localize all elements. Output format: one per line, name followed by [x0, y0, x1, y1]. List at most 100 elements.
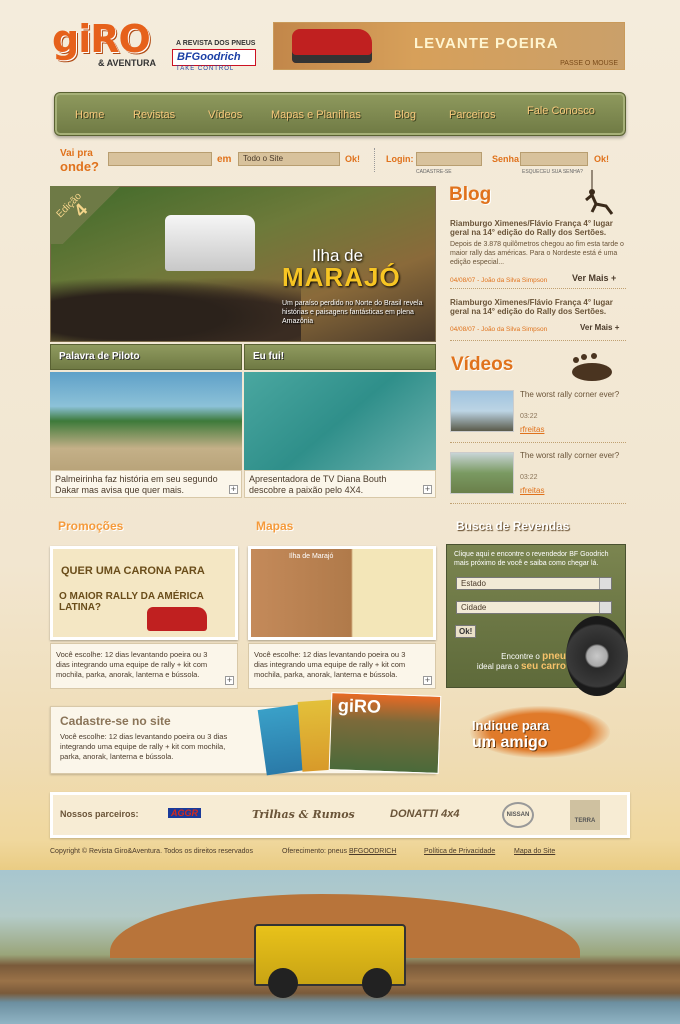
video-title[interactable]: The worst rally corner ever? — [520, 390, 620, 399]
video-user-link[interactable]: rfreitas — [520, 486, 544, 495]
map-caption-text: Você escolhe: 12 dias levantando poeira … — [254, 650, 406, 679]
eufui-caption[interactable]: Apresentadora de TV Diana Bouth descobre… — [244, 470, 436, 498]
blog-post-meta: 04/08/07 - João da Silva Simpson — [450, 326, 548, 333]
login-ok-button[interactable]: Ok! — [594, 154, 609, 164]
city-select[interactable]: Cidade — [456, 601, 612, 614]
divider — [374, 148, 375, 172]
privacy-link[interactable]: Política de Privacidade — [424, 848, 495, 855]
blog-post-title[interactable]: Riamburgo Ximenes/Flávio França 4° lugar… — [450, 219, 628, 237]
partner-logo[interactable]: Trilhas & Rumos — [252, 808, 355, 821]
find-tire-text[interactable]: Encontre o pneu ideal para o seu carro — [466, 652, 566, 672]
video-user-link[interactable]: rfreitas — [520, 425, 544, 434]
register-link[interactable]: CADASTRE-SE — [416, 169, 452, 175]
divider — [450, 503, 626, 504]
rally-car-image — [147, 607, 207, 631]
refer-friend-line2[interactable]: um amigo — [472, 734, 548, 752]
plus-icon[interactable]: + — [229, 485, 238, 494]
dealer-search-text[interactable]: Clique aqui e encontre o revendedor BF G… — [454, 550, 622, 568]
section-header-piloto[interactable]: Palavra de Piloto — [50, 344, 242, 370]
partner-logo[interactable]: TERRA — [570, 800, 600, 830]
nav-mapas[interactable]: Mapas e Planilhas — [271, 109, 361, 121]
blog-see-more-link[interactable]: Ver Mais + — [572, 273, 616, 283]
blog-post-title[interactable]: Riamburgo Ximenes/Flávio França 4° lugar… — [450, 298, 628, 316]
partner-logo[interactable]: AGGR — [168, 808, 201, 818]
climber-icon — [585, 170, 614, 215]
promo-caption-text: Você escolhe: 12 dias levantando poeira … — [56, 650, 208, 679]
bfgoodrich-logo: BFGoodrich — [172, 49, 256, 66]
video-thumbnail[interactable] — [450, 390, 514, 432]
logo-text: giRO — [52, 17, 151, 61]
jeep-image — [254, 924, 406, 998]
copyright: Copyright © Revista Giro&Aventura. Todos… — [50, 848, 253, 855]
login-label: Login: — [386, 154, 414, 164]
video-thumbnail[interactable] — [450, 452, 514, 494]
map-label: Ilha de Marajó — [289, 553, 334, 560]
piloto-caption-text: Palmeirinha faz história em seu segundo … — [55, 474, 218, 495]
bfgoodrich-slogan: TAKE CONTROL — [176, 66, 235, 72]
maps-title: Mapas — [256, 519, 294, 533]
nav-home[interactable]: Home — [75, 109, 104, 121]
find-tire-1: Encontre o — [501, 652, 540, 661]
nav-revistas[interactable]: Revistas — [133, 109, 175, 121]
password-input[interactable] — [520, 152, 588, 166]
tagline: A REVISTA DOS PNEUS — [176, 40, 256, 47]
state-select[interactable]: Estado — [456, 577, 612, 590]
search-ok-button[interactable]: Ok! — [345, 154, 360, 164]
edition-badge: Edição 4 — [50, 186, 134, 244]
plus-icon[interactable]: + — [423, 676, 432, 685]
video-title[interactable]: The worst rally corner ever? — [520, 451, 620, 460]
header-banner[interactable]: LEVANTE POEIRA PASSE O MOUSE — [273, 22, 625, 70]
blog-post-meta: 04/08/07 - João da Silva Simpson — [450, 277, 548, 284]
sponsor-text: Oferecimento: pneus BFGOODRICH — [282, 848, 396, 855]
site-logo[interactable]: giRO & AVENTURA — [52, 20, 160, 72]
plus-icon[interactable]: + — [225, 676, 234, 685]
forgot-password-link[interactable]: ESQUECEU SUA SENHA? — [522, 169, 583, 175]
map-image[interactable]: Ilha de Marajó — [248, 546, 436, 640]
eufui-image[interactable] — [244, 372, 436, 470]
nav-parceiros[interactable]: Parceiros — [449, 109, 495, 121]
edition-number: 4 — [70, 199, 92, 221]
map-caption[interactable]: Você escolhe: 12 dias levantando poeira … — [248, 643, 436, 689]
buffalo-image — [51, 277, 301, 341]
video-duration: 03:22 — [520, 474, 538, 481]
blog-title: Blog — [449, 184, 492, 205]
search-input[interactable] — [108, 152, 212, 166]
promo-caption[interactable]: Você escolhe: 12 dias levantando poeira … — [50, 643, 238, 689]
partner-logo[interactable]: DONATTI 4x4 — [390, 808, 459, 820]
find-tire-bold-2: seu carro — [520, 661, 566, 672]
refer-friend-line1[interactable]: Indique para — [472, 718, 549, 734]
plus-icon[interactable]: + — [423, 485, 432, 494]
partner-logo[interactable]: NISSAN — [502, 802, 534, 828]
login-input[interactable] — [416, 152, 482, 166]
blog-see-more-link[interactable]: Ver Mais + — [580, 323, 619, 332]
video-duration: 03:22 — [520, 413, 538, 420]
footprint-icon — [572, 353, 612, 381]
main-nav: Home Revistas Vídeos Mapas e Planilhas B… — [54, 92, 626, 136]
password-label: Senha: — [492, 154, 523, 164]
divider — [450, 340, 626, 341]
tire-image — [566, 616, 628, 696]
logo-subtext: & AVENTURA — [98, 58, 156, 68]
nav-videos[interactable]: Vídeos — [208, 109, 242, 121]
dealer-ok-button[interactable]: Ok! — [455, 625, 477, 638]
search-label-vai: Vai pra — [60, 148, 93, 159]
nav-blog[interactable]: Blog — [394, 109, 416, 121]
divider — [450, 442, 626, 443]
section-header-eufui[interactable]: Eu fui! — [244, 344, 436, 370]
sitemap-link[interactable]: Mapa do Site — [514, 848, 555, 855]
nav-fale-conosco[interactable]: Fale Conosco — [527, 105, 595, 117]
magazine-logo: giRO — [337, 695, 382, 717]
dealer-search-title: Busca de Revendas — [456, 519, 570, 533]
piloto-caption[interactable]: Palmeirinha faz história em seu segundo … — [50, 470, 242, 498]
promo-headline-1: QUER UMA CARONA PARA — [61, 565, 205, 577]
partners-label: Nossos parceiros: — [60, 809, 139, 819]
eufui-caption-text: Apresentadora de TV Diana Bouth descobre… — [249, 474, 387, 495]
feature-description: Um paraíso perdido no Norte do Brasil re… — [282, 300, 423, 325]
search-scope-select[interactable]: Todo o Site — [238, 152, 340, 166]
register-title[interactable]: Cadastre-se no site — [60, 714, 171, 728]
promo-image[interactable]: QUER UMA CARONA PARA O MAIOR RALLY DA AM… — [50, 546, 238, 640]
sponsor-link[interactable]: BFGOODRICH — [349, 848, 396, 855]
videos-title: Vídeos — [451, 354, 514, 375]
piloto-image[interactable] — [50, 372, 242, 470]
sponsor-label: Oferecimento: pneus — [282, 848, 349, 855]
